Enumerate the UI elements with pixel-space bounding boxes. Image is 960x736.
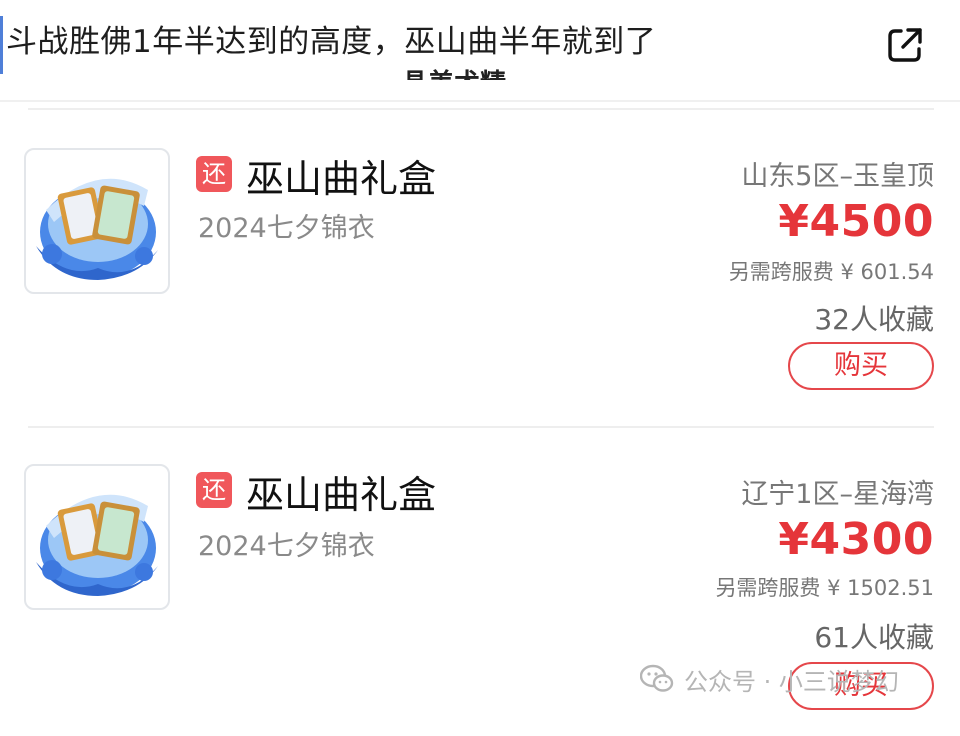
item-name[interactable]: 巫山曲礼盒 bbox=[246, 464, 436, 519]
cross-server-fee: 另需跨服费 ¥ 601.54 bbox=[728, 260, 934, 284]
favorite-count: 32人收藏 bbox=[814, 303, 934, 336]
wechat-icon bbox=[640, 664, 674, 692]
page-title: 斗战胜佛1年半达到的高度，巫山曲半年就到了 bbox=[6, 24, 657, 60]
buy-button[interactable]: 购买 bbox=[788, 342, 934, 390]
favorite-count: 61人收藏 bbox=[814, 621, 934, 654]
watermark: 公众号 · 小三说梦幻 bbox=[640, 662, 899, 696]
cross-server-fee: 另需跨服费 ¥ 1502.51 bbox=[715, 576, 934, 600]
scroll-indicator bbox=[0, 16, 3, 74]
item-thumbnail bbox=[24, 148, 170, 294]
divider bbox=[28, 108, 934, 110]
tag-badge: 还 bbox=[196, 156, 232, 192]
header-subtitle: 晶美术精 bbox=[402, 62, 506, 80]
watermark-text: 公众号 · 小三说梦幻 bbox=[684, 667, 899, 696]
item-price: ¥4500 bbox=[778, 196, 934, 247]
item-name[interactable]: 巫山曲礼盒 bbox=[246, 148, 436, 203]
server-name: 山东5区–玉皇顶 bbox=[741, 161, 934, 192]
item-description: 2024七夕锦衣 bbox=[198, 213, 375, 244]
gift-box-image bbox=[36, 494, 158, 596]
server-name: 辽宁1区–星海湾 bbox=[741, 479, 934, 510]
tag-badge: 还 bbox=[196, 472, 232, 508]
gift-box-image bbox=[36, 178, 158, 280]
divider bbox=[28, 426, 934, 428]
share-external-icon[interactable] bbox=[884, 24, 926, 66]
header-bar: 斗战胜佛1年半达到的高度，巫山曲半年就到了 晶美术精 bbox=[0, 0, 960, 102]
item-description: 2024七夕锦衣 bbox=[198, 531, 375, 562]
item-thumbnail bbox=[24, 464, 170, 610]
item-price: ¥4300 bbox=[778, 514, 934, 565]
listing-item[interactable]: 还 巫山曲礼盒 2024七夕锦衣 山东5区–玉皇顶 ¥4500 另需跨服费 ¥ … bbox=[0, 100, 960, 418]
